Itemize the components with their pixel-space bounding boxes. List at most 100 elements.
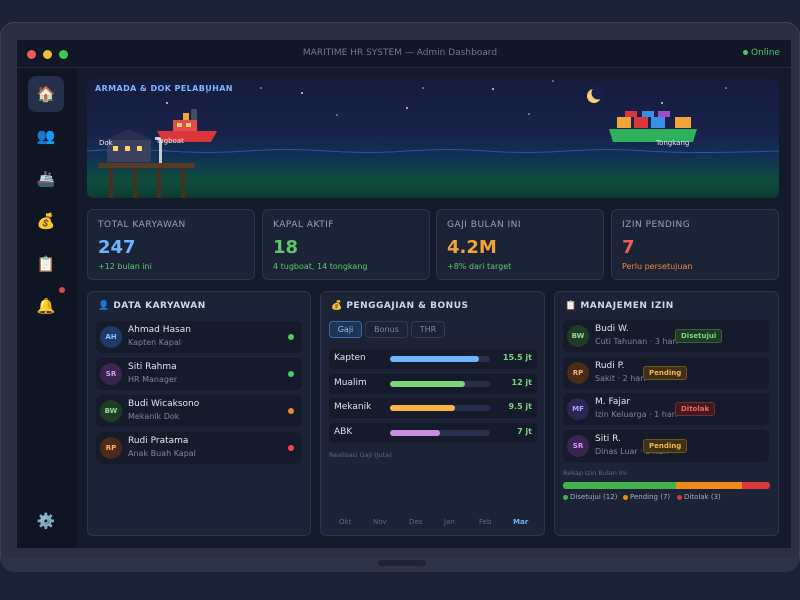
salary-row: Mualim 12 jt [329, 373, 537, 394]
stat-label: KAPAL AKTIF [273, 220, 334, 230]
employee-row[interactable]: BW Budi Wicaksono Mekanik Dok [96, 395, 302, 427]
stat-value: 4.2M [447, 237, 497, 258]
salary-value: 9.5 jt [508, 402, 532, 411]
month-label[interactable]: Feb [479, 518, 491, 526]
leave-detail: Sakit · 2 hari [595, 373, 646, 383]
salary-bar-fill [390, 380, 465, 387]
stat-label: GAJI BULAN INI [447, 220, 522, 230]
status-indicator [288, 445, 294, 451]
notification-dot [59, 287, 65, 293]
legend-item: Pending (7) [623, 493, 670, 501]
status-badge: Pending [643, 365, 688, 380]
recap-segment [741, 482, 770, 489]
connection-status: Online [742, 48, 780, 58]
tab-bonus[interactable]: Bonus [365, 321, 408, 338]
banner-title: ARMADA & DOK PELABUHAN [95, 84, 233, 93]
employee-role: Anak Buah Kapal [128, 449, 196, 458]
stars [166, 80, 727, 116]
stat-card[interactable]: KAPAL AKTIF 18 4 tugboat, 14 tongkang [262, 209, 430, 280]
tab-thr[interactable]: THR [411, 321, 445, 338]
settings-button[interactable]: ⚙️ [28, 503, 64, 539]
payroll-panel: 💰 PENGGAJIAN & BONUS Gaji Bonus THR Kapten… [320, 291, 545, 536]
employee-role: Mekanik Dok [128, 412, 180, 421]
leave-panel: 📋 MANAJEMEN IZIN BW Budi W. Cuti Tahunan ·… [554, 291, 779, 536]
salary-bar-fill [390, 405, 455, 411]
avatar: RP [100, 437, 122, 459]
legend-label: Disetujui (12) [570, 493, 618, 501]
legend-dot [623, 494, 628, 500]
nav-money-bag-button[interactable]: 💰 [28, 203, 64, 239]
recap-title: Rekap Izin Bulan Ini [563, 469, 627, 477]
leave-request-row[interactable]: BW Budi W. Cuti Tahunan · 3 hari Disetujui [563, 320, 769, 352]
legend-label: Ditolak (3) [684, 493, 721, 501]
barge-illustration [609, 111, 697, 142]
stat-note: Perlu persetujuan [622, 262, 693, 271]
employee-role: HR Manager [128, 375, 178, 384]
month-label[interactable]: Okt [339, 518, 351, 526]
avatar: BW [100, 400, 122, 422]
requester-name: M. Fajar [595, 397, 631, 407]
dock-label: Dok [99, 139, 113, 147]
ship-icon: 🚢 [36, 170, 56, 188]
employee-row[interactable]: AH Ahmad Hasan Kapten Kapal [96, 321, 302, 353]
employee-role: Kapten Kapal [128, 338, 181, 347]
employee-row[interactable]: RP Rudi Pratama Anak Buah Kapal [96, 432, 302, 464]
online-dot [742, 50, 748, 55]
month-label[interactable]: Mar [513, 518, 528, 526]
stat-label: IZIN PENDING [622, 220, 691, 230]
salary-role-label: Mekanik [334, 402, 372, 412]
nav-clipboard-button[interactable]: 📋 [28, 246, 64, 282]
leave-detail: Cuti Tahunan · 3 hari [595, 337, 678, 346]
status-badge: Disetujui [675, 329, 723, 343]
month-label[interactable]: Des [409, 518, 422, 526]
tab-gaji[interactable]: Gaji [329, 321, 362, 338]
employee-row[interactable]: SR Siti Rahma HR Manager [96, 358, 302, 390]
avatar: AH [100, 326, 122, 348]
status-indicator [288, 371, 294, 377]
status-indicator [288, 408, 294, 414]
bell-icon: 🔔 [36, 297, 56, 315]
employee-name: Siti Rahma [128, 362, 177, 372]
salary-bar-fill [390, 356, 479, 362]
stat-note: +8% dari target [447, 262, 512, 271]
requester-name: Siti R. [595, 433, 621, 444]
employee-name: Rudi Pratama [128, 436, 189, 446]
stat-card[interactable]: TOTAL KARYAWAN 247 +12 bulan ini [87, 209, 255, 280]
requester-name: Budi W. [595, 324, 629, 334]
employees-panel-title: 👤 DATA KARYAWAN [98, 301, 206, 311]
recap-segment [563, 482, 676, 489]
leave-request-row[interactable]: RP Rudi P. Sakit · 2 hari Pending [563, 356, 769, 389]
avatar: RP [567, 361, 589, 384]
stat-label: TOTAL KARYAWAN [98, 220, 186, 230]
salary-bar-fill [390, 429, 440, 436]
nav-users-button[interactable]: 👥 [28, 118, 64, 154]
avatar: BW [567, 325, 589, 347]
legend-dot [677, 494, 682, 500]
nav-bell-button[interactable]: 🔔 [28, 288, 64, 324]
home-icon: 🏠 [36, 85, 56, 103]
barge-label: Tongkang [656, 139, 690, 147]
status-badge: Pending [643, 438, 688, 453]
nav-ship-button[interactable]: 🚢 [28, 161, 64, 197]
leave-panel-title: 📋 MANAJEMEN IZIN [565, 301, 674, 311]
legend-dot [563, 494, 568, 500]
stat-card[interactable]: GAJI BULAN INI 4.2M +8% dari target [436, 209, 604, 280]
stat-note: 4 tugboat, 14 tongkang [273, 262, 368, 271]
avatar: SR [100, 363, 122, 385]
salary-value: 15.5 jt [502, 353, 532, 362]
avatar: SR [567, 434, 589, 457]
salary-row: ABK 7 jt [329, 422, 537, 443]
month-label[interactable]: Nov [373, 518, 387, 526]
nav-home-button[interactable]: 🏠 [28, 76, 64, 112]
leave-request-row[interactable]: MF M. Fajar Izin Keluarga · 1 hari Ditolak [563, 393, 769, 425]
payroll-panel-title: 💰 PENGGAJIAN & BONUS [331, 301, 469, 311]
leave-request-row[interactable]: SR Siti R. Dinas Luar · 5 hari Pending [563, 429, 769, 462]
stat-card[interactable]: IZIN PENDING 7 Perlu persetujuan [611, 209, 779, 280]
legend-item: Ditolak (3) [677, 493, 721, 501]
stat-value: 247 [98, 237, 136, 258]
salary-value: 12 jt [511, 377, 532, 387]
salary-value: 7 jt [517, 426, 532, 436]
money-bag-icon: 💰 [36, 212, 56, 230]
month-label[interactable]: Jan [444, 518, 455, 526]
status-indicator [288, 334, 294, 340]
